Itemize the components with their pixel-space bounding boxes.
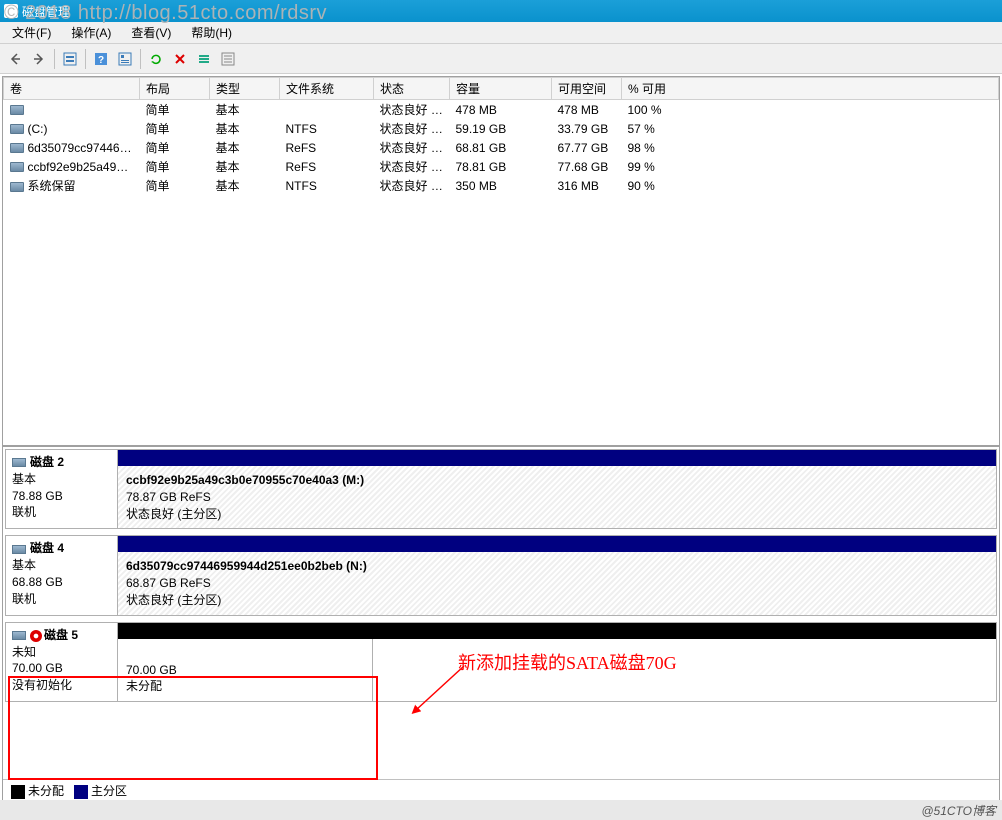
table-row[interactable]: 简单基本状态良好 (…478 MB478 MB100 % — [4, 100, 999, 120]
col-fs[interactable]: 文件系统 — [280, 78, 374, 100]
toolbar-separator — [54, 49, 55, 69]
toolbar: ? — [0, 44, 1002, 74]
disk-header[interactable]: 磁盘 5未知70.00 GB没有初始化 — [6, 623, 118, 701]
legend-primary: 主分区 — [74, 782, 127, 799]
help-button[interactable]: ? — [90, 48, 112, 70]
col-pct[interactable]: % 可用 — [622, 78, 999, 100]
disk-block[interactable]: 磁盘 2基本78.88 GB联机ccbf92e9b25a49c3b0e70955… — [5, 449, 997, 529]
disk-stripe — [118, 623, 996, 639]
legend-unallocated: 未分配 — [11, 782, 64, 799]
col-status[interactable]: 状态 — [374, 78, 450, 100]
disk-header[interactable]: 磁盘 2基本78.88 GB联机 — [6, 450, 118, 528]
disk-stripe — [118, 450, 996, 466]
disk-icon — [12, 458, 26, 467]
table-row[interactable]: 6d35079cc97446…简单基本ReFS状态良好 (…68.81 GB67… — [4, 138, 999, 157]
drive-icon — [10, 162, 24, 172]
show-hide-tree-button[interactable] — [59, 48, 81, 70]
disk-body: 6d35079cc97446959944d251ee0b2beb (N:)68.… — [118, 536, 996, 614]
volume-list[interactable]: 卷 布局 类型 文件系统 状态 容量 可用空间 % 可用 简单基本状态良好 (…… — [3, 77, 999, 447]
drive-icon — [10, 124, 24, 134]
disk-header[interactable]: 磁盘 4基本68.88 GB联机 — [6, 536, 118, 614]
col-layout[interactable]: 布局 — [140, 78, 210, 100]
action-button[interactable] — [193, 48, 215, 70]
partition[interactable]: ccbf92e9b25a49c3b0e70955c70e40a3 (M:)78.… — [118, 466, 996, 528]
refresh-button[interactable] — [145, 48, 167, 70]
disk-icon — [12, 545, 26, 554]
col-type[interactable]: 类型 — [210, 78, 280, 100]
settings-button[interactable] — [217, 48, 239, 70]
disk-body: 70.00 GB未分配 — [118, 623, 996, 701]
col-free[interactable]: 可用空间 — [552, 78, 622, 100]
disk-block[interactable]: 磁盘 5未知70.00 GB没有初始化70.00 GB未分配 — [5, 622, 997, 702]
main-panel: 卷 布局 类型 文件系统 状态 容量 可用空间 % 可用 简单基本状态良好 (…… — [2, 76, 1000, 802]
forward-button[interactable] — [28, 48, 50, 70]
menu-view[interactable]: 查看(V) — [125, 22, 177, 43]
disk-graphical-view[interactable]: 磁盘 2基本78.88 GB联机ccbf92e9b25a49c3b0e70955… — [3, 447, 999, 779]
svg-text:?: ? — [98, 55, 104, 66]
table-row[interactable]: ccbf92e9b25a49…简单基本ReFS状态良好 (…78.81 GB77… — [4, 157, 999, 176]
disk-body: ccbf92e9b25a49c3b0e70955c70e40a3 (M:)78.… — [118, 450, 996, 528]
col-capacity[interactable]: 容量 — [450, 78, 552, 100]
drive-icon — [10, 105, 24, 115]
partition[interactable]: 70.00 GB未分配 — [118, 639, 373, 701]
menubar: 文件(F) 操作(A) 查看(V) 帮助(H) — [0, 22, 1002, 44]
back-button[interactable] — [4, 48, 26, 70]
properties-button[interactable] — [114, 48, 136, 70]
col-volume[interactable]: 卷 — [4, 78, 140, 100]
disk-icon — [12, 631, 26, 640]
table-row[interactable]: (C:)简单基本NTFS状态良好 (…59.19 GB33.79 GB57 % — [4, 119, 999, 138]
disk-block[interactable]: 磁盘 4基本68.88 GB联机6d35079cc97446959944d251… — [5, 535, 997, 615]
menu-file[interactable]: 文件(F) — [6, 22, 57, 43]
toolbar-separator — [85, 49, 86, 69]
footer: @51CTO博客 — [0, 800, 1002, 820]
disk-stripe — [118, 536, 996, 552]
partition[interactable]: 6d35079cc97446959944d251ee0b2beb (N:)68.… — [118, 552, 996, 614]
menu-help[interactable]: 帮助(H) — [185, 22, 238, 43]
toolbar-separator — [140, 49, 141, 69]
drive-icon — [10, 143, 24, 153]
delete-button[interactable] — [169, 48, 191, 70]
legend: 未分配 主分区 — [3, 779, 999, 801]
menu-action[interactable]: 操作(A) — [65, 22, 117, 43]
column-headers[interactable]: 卷 布局 类型 文件系统 状态 容量 可用空间 % 可用 — [4, 78, 999, 100]
table-row[interactable]: 系统保留简单基本NTFS状态良好 (…350 MB316 MB90 % — [4, 176, 999, 195]
warning-icon — [30, 630, 42, 642]
titlebar[interactable]: 磁盘管理 — [0, 0, 1002, 22]
window-title: 磁盘管理 — [22, 3, 70, 20]
app-icon — [4, 4, 18, 18]
drive-icon — [10, 182, 24, 192]
footer-credit: @51CTO博客 — [921, 802, 996, 819]
